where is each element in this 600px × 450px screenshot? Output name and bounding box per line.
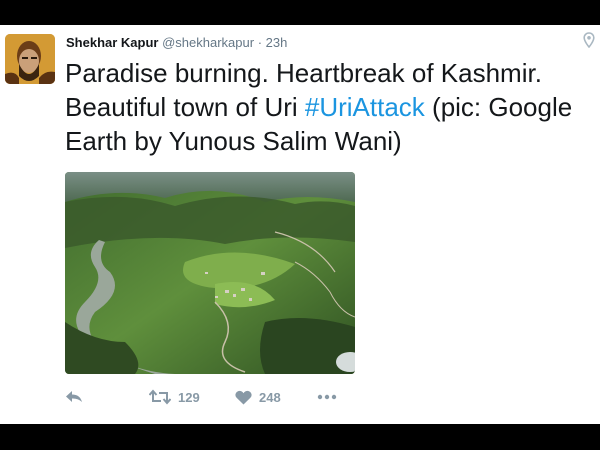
retweet-button[interactable]: 129 bbox=[149, 387, 200, 407]
like-heart-icon bbox=[235, 390, 252, 404]
header-separator: · bbox=[257, 35, 263, 50]
like-count: 248 bbox=[259, 389, 281, 405]
author-name[interactable]: Shekhar Kapur bbox=[66, 35, 158, 50]
tweet-text: Paradise burning. Heartbreak of Kashmir.… bbox=[65, 56, 585, 158]
tweet-actions: 129 248 bbox=[65, 387, 365, 407]
location-pin-icon[interactable] bbox=[583, 32, 595, 48]
retweet-count: 129 bbox=[178, 389, 200, 405]
more-dots-icon bbox=[317, 394, 337, 400]
reply-icon bbox=[66, 391, 82, 402]
like-button[interactable]: 248 bbox=[235, 387, 281, 407]
tweet-photo[interactable] bbox=[65, 172, 355, 374]
reply-button[interactable] bbox=[65, 387, 83, 407]
tweet-time[interactable]: 23h bbox=[266, 35, 288, 50]
hashtag-link[interactable]: #UriAttack bbox=[305, 92, 425, 122]
retweet-icon bbox=[149, 389, 171, 405]
more-button[interactable] bbox=[317, 387, 337, 407]
author-handle[interactable]: @shekharkapur bbox=[162, 35, 254, 50]
tweet-header: Shekhar Kapur @shekharkapur · 23h bbox=[66, 35, 287, 51]
tweet-card: Shekhar Kapur @shekharkapur · 23h Paradi… bbox=[0, 25, 600, 424]
avatar[interactable] bbox=[5, 34, 55, 84]
